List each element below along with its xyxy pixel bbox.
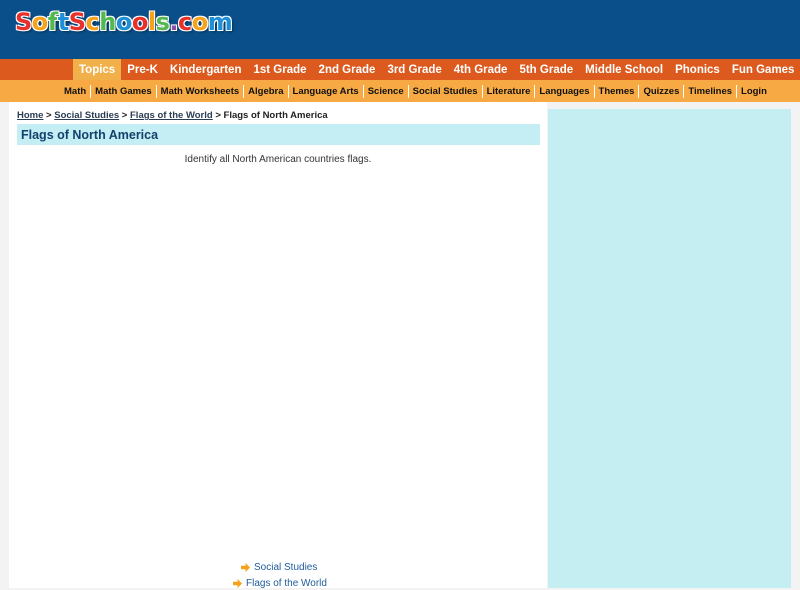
subnav-link-math[interactable]: Math	[60, 85, 90, 98]
logo-letter: .	[169, 8, 179, 36]
arrow-right-icon	[233, 578, 242, 588]
logo-letter: c	[178, 8, 192, 36]
page-title: Flags of North America	[21, 128, 159, 142]
logo-letter: S	[15, 8, 32, 36]
subnav-link-social-studies[interactable]: Social Studies	[407, 85, 482, 98]
site-header: SoftSchools.com	[0, 0, 800, 59]
logo-letter: s	[155, 8, 170, 36]
breadcrumb-current: Flags of North America	[223, 110, 328, 121]
arrow-right-icon	[241, 562, 250, 572]
subnav-link-languages[interactable]: Languages	[534, 85, 593, 98]
nav-tab-topics[interactable]: Topics	[73, 59, 122, 80]
breadcrumb-separator: >	[119, 110, 130, 121]
logo-letter: f	[47, 8, 58, 36]
subnav-link-quizzes[interactable]: Quizzes	[638, 85, 683, 98]
related-link-row: Social Studies	[241, 560, 317, 574]
softschools-logo[interactable]: SoftSchools.com	[15, 7, 233, 37]
nav-tab-phonics[interactable]: Phonics	[669, 59, 726, 80]
breadcrumb-flags-world-link[interactable]: Flags of the World	[130, 110, 213, 121]
nav-tab-5th-grade[interactable]: 5th Grade	[513, 59, 579, 80]
main-content: Home > Social Studies > Flags of the Wor…	[9, 102, 547, 589]
subnav-link-algebra[interactable]: Algebra	[243, 85, 287, 98]
page-title-bar: Flags of North America	[17, 124, 540, 145]
page-description: Identify all North American countries fl…	[184, 154, 372, 165]
logo-letter: c	[85, 8, 100, 36]
logo-letter: m	[207, 8, 233, 36]
logo-letter: o	[115, 8, 133, 36]
breadcrumb: Home > Social Studies > Flags of the Wor…	[17, 110, 328, 121]
subnav-link-login[interactable]: Login	[736, 85, 771, 98]
subnav-link-language-arts[interactable]: Language Arts	[287, 85, 363, 98]
nav-tab-fun-games[interactable]: Fun Games	[726, 59, 800, 80]
related-link-flags-of-the-world[interactable]: Flags of the World	[246, 578, 327, 589]
subnav-link-themes[interactable]: Themes	[593, 85, 639, 98]
primary-nav: Topics Pre-K Kindergarten 1st Grade 2nd Grad…	[0, 59, 800, 80]
logo-letter: h	[99, 8, 116, 36]
nav-tab-pre-k[interactable]: Pre-K	[121, 59, 164, 80]
nav-tab-4th-grade[interactable]: 4th Grade	[448, 59, 514, 80]
nav-tab-1st-grade[interactable]: 1st Grade	[247, 59, 312, 80]
subnav-link-literature[interactable]: Literature	[481, 85, 535, 98]
nav-tab-middle-school[interactable]: Middle School	[579, 59, 669, 80]
logo-letter: t	[57, 8, 69, 36]
logo-letter: o	[31, 8, 49, 36]
secondary-nav: Math Math Games Math Worksheets Algebra Lang…	[0, 80, 800, 102]
subnav-link-timelines[interactable]: Timelines	[683, 85, 736, 98]
breadcrumb-separator: >	[212, 110, 224, 121]
logo-letter: o	[131, 8, 149, 36]
subnav-link-math-games[interactable]: Math Games	[90, 85, 156, 98]
breadcrumb-home-link[interactable]: Home	[17, 110, 43, 121]
nav-tab-3rd-grade[interactable]: 3rd Grade	[381, 59, 447, 80]
nav-tab-2nd-grade[interactable]: 2nd Grade	[313, 59, 382, 80]
subnav-link-math-worksheets[interactable]: Math Worksheets	[155, 85, 243, 98]
breadcrumb-separator: >	[43, 110, 55, 121]
subnav-link-science[interactable]: Science	[362, 85, 408, 98]
logo-letter: S	[68, 8, 86, 36]
related-link-social-studies[interactable]: Social Studies	[254, 562, 317, 573]
logo-letter: o	[191, 8, 209, 36]
sidebar-ad-area	[548, 109, 791, 588]
logo-letter: l	[147, 8, 156, 36]
breadcrumb-social-studies-link[interactable]: Social Studies	[54, 110, 119, 121]
nav-tab-kindergarten[interactable]: Kindergarten	[164, 59, 248, 80]
